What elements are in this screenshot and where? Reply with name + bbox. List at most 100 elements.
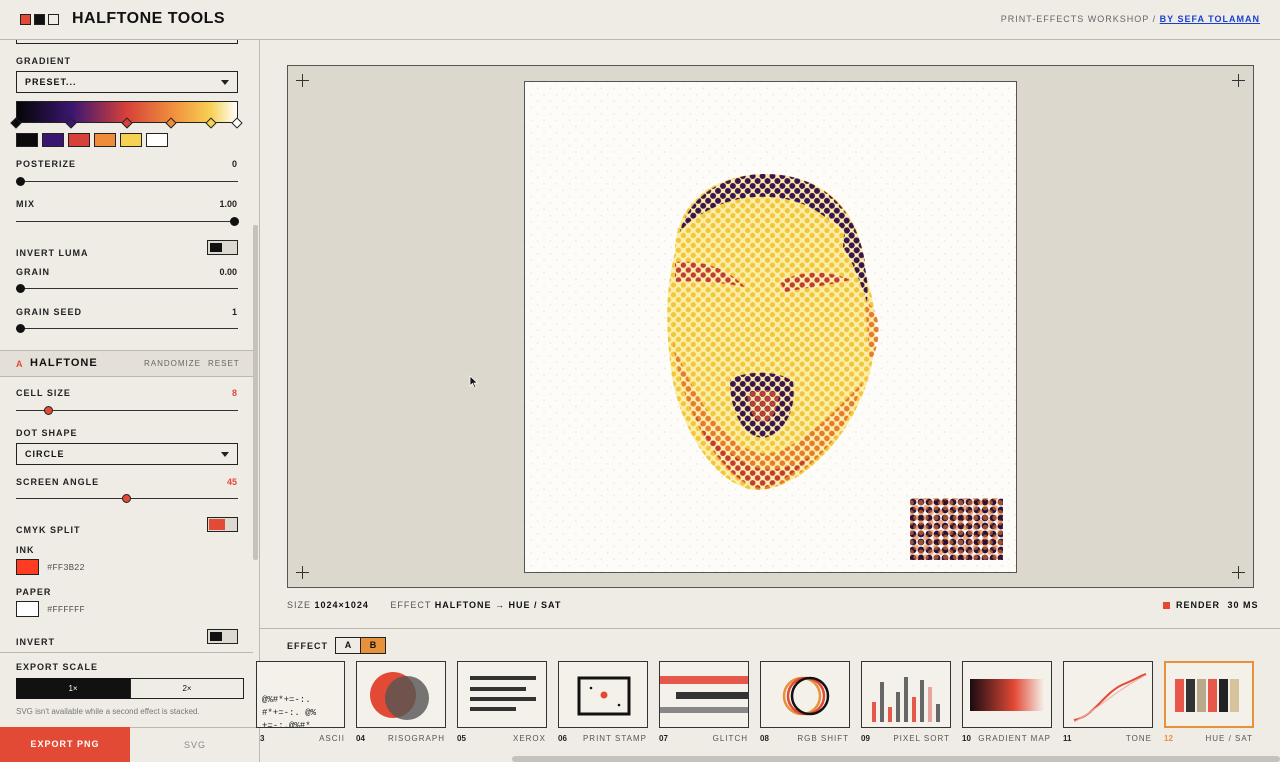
dot-shape-value: CIRCLE — [25, 449, 65, 459]
top-bar: HALFTONE TOOLS PRINT-EFFECTS WORKSHOP / … — [0, 0, 1280, 40]
paper-color-swatch[interactable] — [16, 601, 39, 617]
dot-shape-select[interactable]: CIRCLE — [16, 443, 238, 465]
slider-handle[interactable] — [44, 406, 53, 415]
slider-handle[interactable] — [16, 284, 25, 293]
export-scale-1x[interactable]: 1× — [16, 678, 130, 699]
cursor-icon — [469, 375, 479, 389]
gradient-preset-select[interactable]: PRESET... — [16, 71, 238, 93]
status-line: SIZE 1024×1024 EFFECT HALFTONE → HUE / S… — [287, 600, 561, 610]
ink-hex: #FF3B22 — [47, 563, 85, 573]
effect-tab-a[interactable]: A — [335, 637, 361, 654]
paper-label: PAPER — [16, 587, 52, 597]
cmyk-split-toggle[interactable] — [207, 517, 238, 532]
mix-value: 1.00 — [219, 199, 237, 209]
effect-name: PRINT STAMP — [582, 734, 647, 743]
halftone-section-header[interactable]: A HALFTONE RANDOMIZE RESET — [0, 350, 253, 377]
effect-name: PIXEL SORT — [893, 734, 950, 743]
slider-handle[interactable] — [122, 494, 131, 503]
grain-seed-slider[interactable] — [16, 324, 238, 333]
gradient-color-swatch[interactable] — [68, 133, 90, 147]
gradient-color-swatch[interactable] — [42, 133, 64, 147]
logo-square-white — [48, 14, 59, 25]
posterize-value: 0 — [231, 159, 237, 169]
divider — [0, 652, 253, 653]
effect-thumb-pixel-sort[interactable] — [861, 661, 951, 728]
effect-thumb-print-stamp[interactable] — [558, 661, 648, 728]
gradient-preset-value: PRESET... — [25, 77, 77, 87]
ink-label: INK — [16, 545, 35, 555]
invert-toggle[interactable] — [207, 629, 238, 644]
screen-angle-slider[interactable] — [16, 494, 238, 503]
rgb-shift-icon — [782, 676, 830, 716]
size-value: 1024×1024 — [314, 600, 369, 610]
slider-handle[interactable] — [16, 177, 25, 186]
gradient-map-icon — [970, 679, 1044, 711]
effect-thumb-hue-sat[interactable] — [1164, 661, 1254, 728]
export-png-button[interactable]: EXPORT PNG — [0, 727, 130, 762]
chevron-down-icon — [221, 452, 229, 457]
render-label: RENDER — [1176, 600, 1221, 610]
grain-seed-value: 1 — [231, 307, 237, 317]
divider — [260, 628, 1280, 629]
slider-handle[interactable] — [230, 217, 239, 226]
effect-thumb-gradient-map[interactable] — [962, 661, 1052, 728]
effect-name: TONE — [1125, 734, 1152, 743]
cell-size-value: 8 — [231, 388, 237, 398]
posterize-slider[interactable] — [16, 177, 238, 186]
effect-thumb-xerox[interactable] — [457, 661, 547, 728]
grain-label: GRAIN — [16, 267, 50, 277]
app-title: HALFTONE TOOLS — [72, 10, 226, 27]
effect-name: GLITCH — [712, 734, 748, 743]
effects-scrollbar[interactable] — [512, 756, 1280, 762]
export-svg-button[interactable]: SVG — [130, 727, 259, 762]
section-title: HALFTONE — [30, 357, 98, 369]
workshop-credit: PRINT-EFFECTS WORKSHOP / BY SEFA TOLAMAN — [1001, 14, 1260, 24]
gradient-color-swatch[interactable] — [120, 133, 142, 147]
cmyk-split-label: CMYK SPLIT — [16, 525, 81, 535]
effect-tab-b[interactable]: B — [360, 637, 386, 654]
gradient-color-swatch[interactable] — [146, 133, 168, 147]
slider-handle[interactable] — [16, 324, 25, 333]
gradient-color-swatch[interactable] — [94, 133, 116, 147]
effect-thumb-rgb-shift[interactable] — [760, 661, 850, 728]
reset-button[interactable]: RESET — [208, 359, 240, 368]
screen-angle-label: SCREEN ANGLE — [16, 477, 100, 487]
svg-note: SVG isn't available while a second effec… — [16, 707, 200, 716]
dot-shape-label: DOT SHAPE — [16, 428, 78, 438]
author-link[interactable]: BY SEFA TOLAMAN — [1160, 14, 1260, 24]
invert-luma-toggle[interactable] — [207, 240, 238, 255]
logo-square-red — [20, 14, 31, 25]
screen-angle-value: 45 — [226, 477, 237, 487]
effect-thumb-glitch[interactable] — [659, 661, 749, 728]
effect-name: XEROX — [512, 734, 546, 743]
ink-color-swatch[interactable] — [16, 559, 39, 575]
randomize-button[interactable]: RANDOMIZE — [144, 359, 201, 368]
logo-square-black — [34, 14, 45, 25]
effect-thumb-ascii[interactable]: @%#*+=-:.#*+=-:. @%+=-:.@%#*%#*+= :.@ — [256, 661, 345, 728]
halftone-preview-image — [525, 82, 1016, 572]
ascii-preview: @%#*+=-:.#*+=-:. @%+=-:.@%#*%#*+= :.@ — [262, 695, 317, 728]
pixel-sort-icon — [872, 677, 940, 722]
grain-value: 0.00 — [219, 267, 237, 277]
render-status: RENDER 30 MS — [1176, 600, 1259, 610]
section-badge: A — [16, 359, 23, 369]
render-value: 30 MS — [1227, 600, 1259, 610]
glitch-icon — [660, 676, 748, 713]
crosshair-icon — [1232, 566, 1245, 579]
effect-thumb-tone[interactable] — [1063, 661, 1153, 728]
render-indicator-icon — [1163, 602, 1170, 609]
mix-slider[interactable] — [16, 217, 239, 226]
effect-name: RGB SHIFT — [797, 734, 849, 743]
cell-size-label: CELL SIZE — [16, 388, 71, 398]
effect-value: HALFTONE → HUE / SAT — [434, 600, 562, 610]
invert-label: INVERT — [16, 637, 56, 647]
previous-field[interactable] — [16, 40, 238, 44]
sidebar-scrollbar[interactable] — [253, 225, 258, 560]
grain-slider[interactable] — [16, 284, 238, 293]
preview-canvas[interactable] — [524, 81, 1017, 573]
invert-luma-label: INVERT LUMA — [16, 248, 89, 258]
effect-thumb-risograph[interactable] — [356, 661, 446, 728]
gradient-color-swatch[interactable] — [16, 133, 38, 147]
cell-size-slider[interactable] — [16, 406, 238, 415]
export-scale-2x[interactable]: 2× — [130, 678, 244, 699]
